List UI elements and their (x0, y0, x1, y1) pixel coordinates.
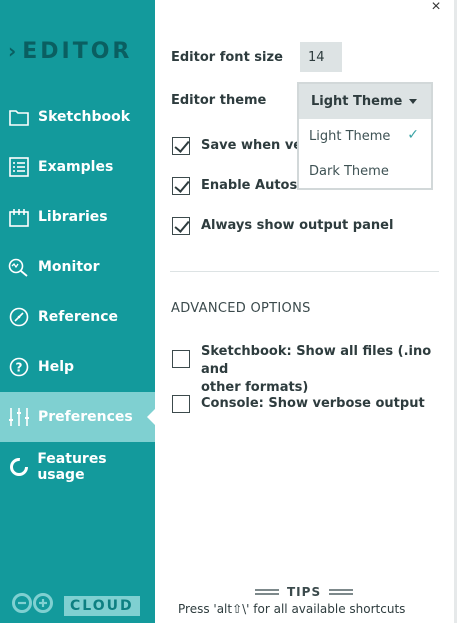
font-size-label: Editor font size (171, 50, 283, 65)
sidebar-nav: Sketchbook Examples Libraries Monitor Re… (0, 92, 155, 492)
sidebar-item-help[interactable]: ? Help (0, 342, 155, 392)
show-all-files-label: Sketchbook: Show all files (.ino and oth… (201, 343, 457, 397)
sidebar-item-features-usage[interactable]: Features usage (0, 442, 155, 492)
theme-label: Editor theme (171, 93, 267, 108)
compass-icon (8, 306, 30, 328)
arduino-logo-icon (10, 592, 56, 619)
close-icon[interactable]: × (428, 0, 444, 15)
sidebar-item-monitor[interactable]: Monitor (0, 242, 155, 292)
list-icon (8, 156, 30, 178)
cloud-link[interactable]: CLOUD (10, 592, 140, 619)
theme-select[interactable]: Light Theme (299, 84, 431, 119)
output-panel-label: Always show output panel (201, 218, 394, 233)
font-size-input[interactable]: 14 (300, 42, 342, 72)
sidebar-item-label: Help (38, 359, 75, 375)
brand: › EDITOR (8, 36, 132, 66)
tips-title: TIPS (287, 585, 322, 599)
sliders-icon (8, 406, 30, 428)
sidebar-item-label: Sketchbook (38, 109, 131, 125)
sidebar-item-label: Libraries (38, 209, 108, 225)
sidebar-item-label: Reference (38, 309, 119, 325)
theme-option-dark[interactable]: Dark Theme (299, 154, 431, 189)
monitor-icon (8, 256, 30, 278)
show-all-files-row[interactable]: Sketchbook: Show all files (.ino and oth… (172, 343, 457, 397)
advanced-options-title: ADVANCED OPTIONS (171, 301, 311, 316)
help-icon: ? (8, 356, 30, 378)
cloud-label: CLOUD (64, 595, 140, 616)
theme-selected-value: Light Theme (311, 94, 403, 109)
save-on-verify-checkbox[interactable] (172, 137, 190, 155)
sidebar: › EDITOR Sketchbook Examples Libraries M… (0, 0, 155, 623)
sidebar-item-libraries[interactable]: Libraries (0, 192, 155, 242)
autosave-checkbox[interactable] (172, 177, 190, 195)
theme-option-label: Dark Theme (309, 164, 389, 179)
sidebar-item-label: Features usage (37, 451, 107, 483)
tips-right-decoration-icon (329, 589, 354, 595)
caret-down-icon (409, 99, 417, 104)
verbose-checkbox[interactable] (172, 395, 190, 413)
tips-header: TIPS (255, 585, 354, 599)
theme-option-light[interactable]: Light Theme ✓ (299, 119, 431, 154)
sidebar-item-examples[interactable]: Examples (0, 142, 155, 192)
output-panel-checkbox[interactable] (172, 217, 190, 235)
divider (170, 271, 439, 272)
sidebar-item-reference[interactable]: Reference (0, 292, 155, 342)
tips-left-decoration-icon (255, 589, 279, 595)
theme-option-label: Light Theme (309, 129, 391, 144)
sidebar-item-label: Examples (38, 159, 114, 175)
show-all-files-label-line1: Sketchbook: Show all files (.ino and (201, 344, 432, 377)
brand-title: EDITOR (22, 38, 133, 64)
checkmark-icon: ✓ (407, 127, 419, 143)
folder-icon (8, 106, 30, 128)
show-all-files-label-line2: other formats) (201, 380, 309, 395)
show-all-files-checkbox[interactable] (172, 350, 190, 368)
sidebar-item-preferences[interactable]: Preferences (0, 392, 155, 442)
sidebar-item-sketchbook[interactable]: Sketchbook (0, 92, 155, 142)
verbose-row[interactable]: Console: Show verbose output (172, 395, 425, 413)
svg-text:?: ? (16, 361, 23, 375)
shortcut-tip: Press 'alt⇧\' for all available shortcut… (178, 602, 406, 616)
sidebar-item-label: Preferences (38, 409, 133, 425)
verbose-label: Console: Show verbose output (201, 396, 425, 411)
pie-icon (8, 456, 29, 478)
theme-dropdown[interactable]: Light Theme Light Theme ✓ Dark Theme (297, 82, 433, 190)
font-size-value: 14 (308, 49, 325, 65)
sidebar-item-label: Monitor (38, 259, 100, 275)
chevron-right-icon: › (8, 39, 17, 63)
output-panel-row[interactable]: Always show output panel (172, 217, 393, 235)
library-icon (8, 206, 30, 228)
